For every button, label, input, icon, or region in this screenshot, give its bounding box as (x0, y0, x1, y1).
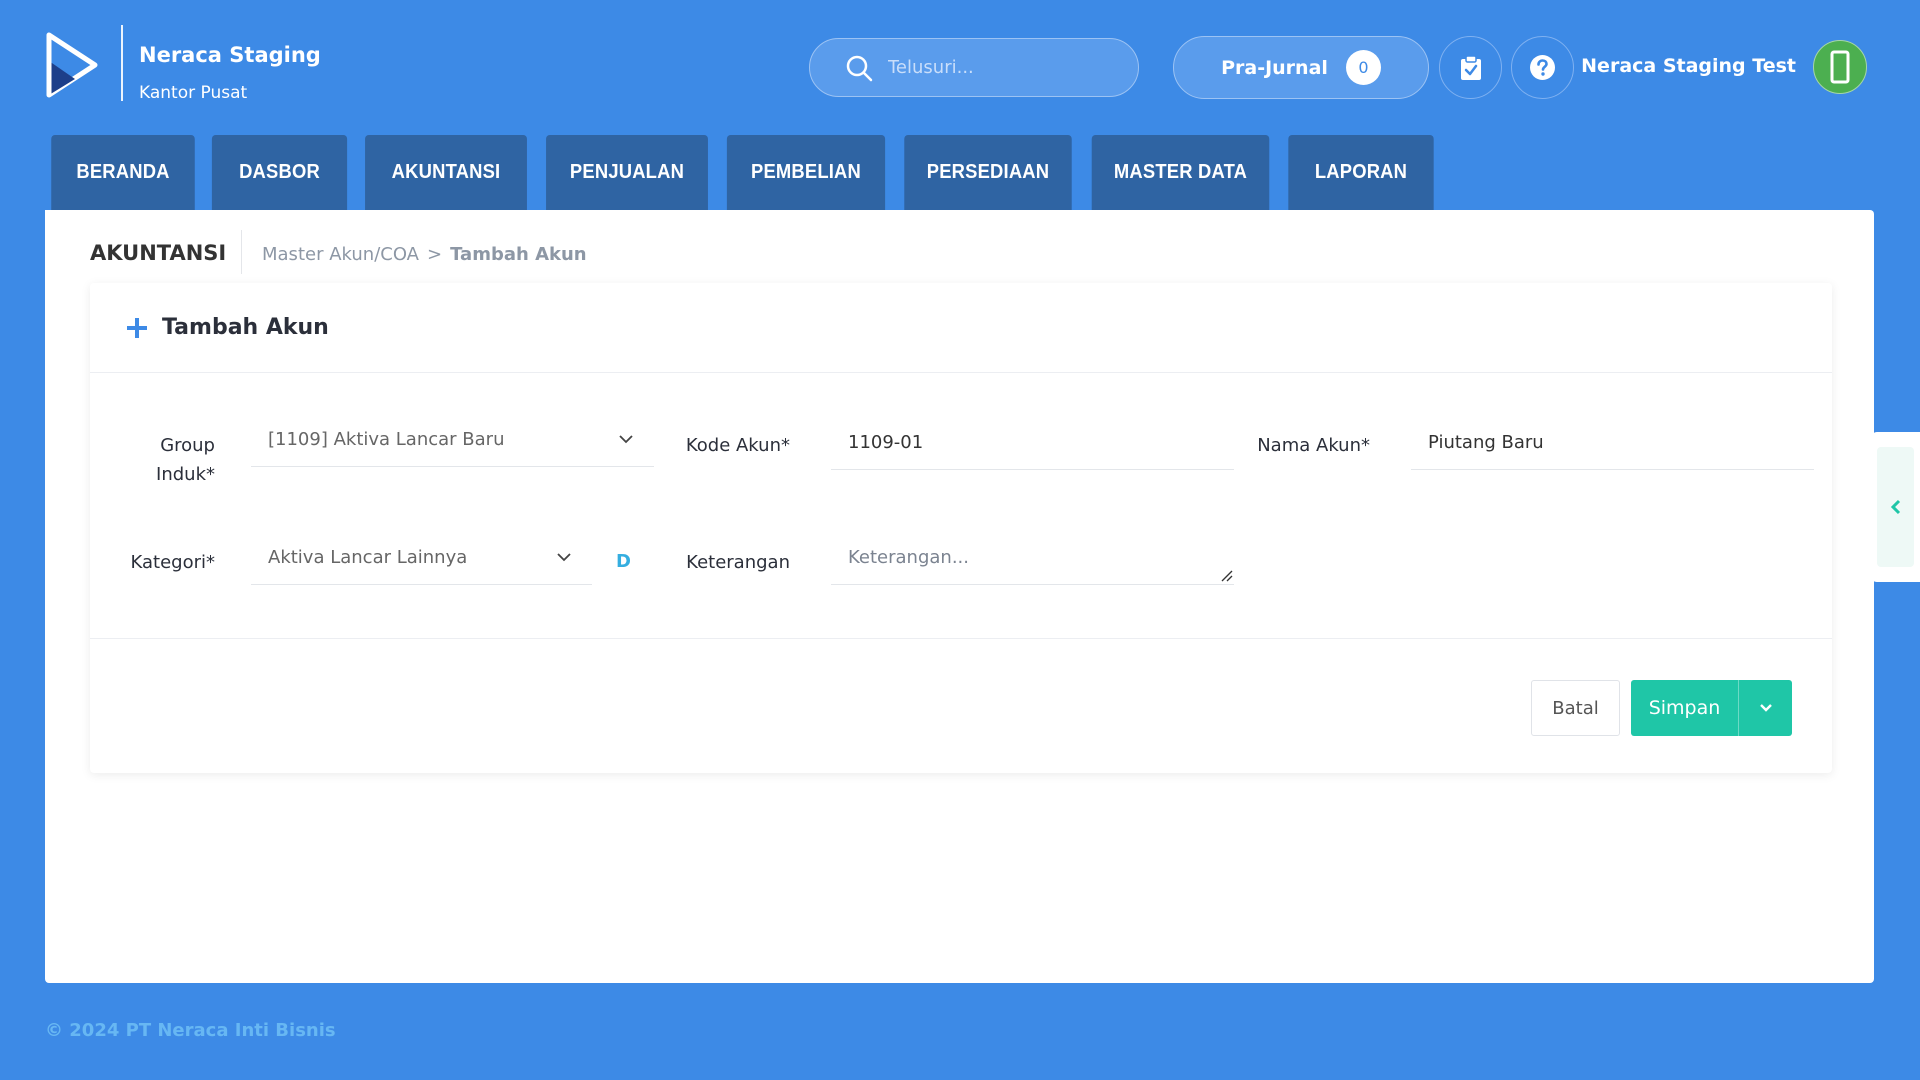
resize-handle-icon[interactable] (1221, 570, 1233, 582)
nav-tab-dasbor[interactable]: DASBOR (211, 135, 348, 210)
pra-jurnal-label: Pra-Jurnal (1221, 56, 1328, 79)
nama-akun-label: Nama Akun* (1257, 435, 1370, 456)
main-panel: AKUNTANSI Master Akun/COA > Tambah Akun … (45, 210, 1874, 983)
form-card-header: Tambah Akun (90, 283, 1832, 373)
nav-tab-akuntansi[interactable]: AKUNTANSI (365, 135, 527, 210)
brand-logo-icon[interactable] (45, 31, 99, 99)
breadcrumb-separator: > (427, 244, 443, 265)
keterangan-label: Keterangan (686, 552, 790, 573)
save-button[interactable]: Simpan (1631, 680, 1739, 736)
kategori-select[interactable]: Aktiva Lancar Lainnya (251, 531, 592, 585)
group-induk-label-line2: Induk* (156, 464, 215, 485)
nav-tab-master-data[interactable]: MASTER DATA (1091, 135, 1270, 210)
section-title: AKUNTANSI (90, 241, 227, 265)
keterangan-textarea[interactable]: Keterangan... (831, 531, 1234, 585)
group-induk-value: [1109] Aktiva Lancar Baru (268, 429, 505, 450)
side-panel-toggle-inner (1877, 447, 1914, 567)
nav-tab-beranda[interactable]: BERANDA (51, 135, 195, 210)
keterangan-placeholder: Keterangan... (848, 547, 969, 568)
save-options-button[interactable] (1739, 680, 1792, 736)
nav-tab-penjualan[interactable]: PENJUALAN (546, 135, 708, 210)
group-induk-label-line1: Group (160, 435, 215, 456)
form-title: Tambah Akun (162, 315, 329, 340)
nama-akun-value: Piutang Baru (1428, 432, 1544, 453)
kategori-label: Kategori* (130, 552, 216, 573)
nav-tab-laporan[interactable]: LAPORAN (1288, 135, 1434, 210)
search-icon (846, 55, 873, 81)
form-footer-divider (90, 638, 1832, 639)
pra-jurnal-button[interactable]: Pra-Jurnal 0 (1173, 36, 1429, 99)
pra-jurnal-count-badge: 0 (1345, 50, 1381, 85)
nav-tab-persediaan[interactable]: PERSEDIAAN (904, 135, 1072, 210)
kode-akun-value: 1109-01 (848, 432, 924, 453)
kategori-type-badge[interactable]: D (616, 551, 631, 572)
search-box[interactable] (809, 38, 1139, 97)
plus-icon (127, 317, 147, 338)
help-icon (1530, 55, 1555, 80)
chevron-down-icon (1759, 704, 1772, 712)
chevron-down-icon (619, 435, 633, 444)
group-induk-label: Group Induk* (130, 431, 215, 489)
clipboard-check-icon (1460, 54, 1481, 80)
cancel-button[interactable]: Batal (1531, 680, 1620, 736)
user-name[interactable]: Neraca Staging Test (1581, 55, 1796, 77)
breadcrumb-divider (241, 230, 242, 274)
breadcrumb-parent-link[interactable]: Master Akun/COA (262, 244, 419, 265)
kode-akun-label: Kode Akun* (685, 435, 790, 456)
group-induk-select[interactable]: [1109] Aktiva Lancar Baru (251, 413, 654, 467)
nama-akun-input[interactable]: Piutang Baru (1411, 416, 1814, 470)
main-nav: BERANDA DASBOR AKUNTANSI PENJUALAN PEMBE… (45, 135, 1440, 210)
breadcrumb-current: Tambah Akun (450, 244, 587, 265)
tasks-button[interactable] (1439, 36, 1502, 99)
chevron-left-icon (1890, 499, 1900, 515)
kategori-value: Aktiva Lancar Lainnya (268, 547, 468, 568)
footer-copyright: © 2024 PT Neraca Inti Bisnis (45, 1020, 336, 1041)
side-panel-toggle[interactable] (1871, 432, 1920, 582)
user-avatar[interactable] (1813, 40, 1867, 94)
kode-akun-input[interactable]: 1109-01 (831, 416, 1234, 470)
chevron-down-icon (557, 553, 571, 562)
save-button-group: Simpan (1631, 680, 1792, 736)
search-input[interactable] (888, 57, 1118, 78)
breadcrumb: Master Akun/COA > Tambah Akun (262, 244, 587, 265)
branch-name: Kantor Pusat (139, 83, 248, 103)
help-button[interactable] (1511, 36, 1574, 99)
nav-tab-pembelian[interactable]: PEMBELIAN (726, 135, 886, 210)
form-card: Tambah Akun Group Induk* [1109] Aktiva L… (90, 283, 1832, 773)
phone-icon (1830, 50, 1850, 84)
brand-name: Neraca Staging (139, 43, 321, 67)
brand-divider (121, 25, 123, 101)
